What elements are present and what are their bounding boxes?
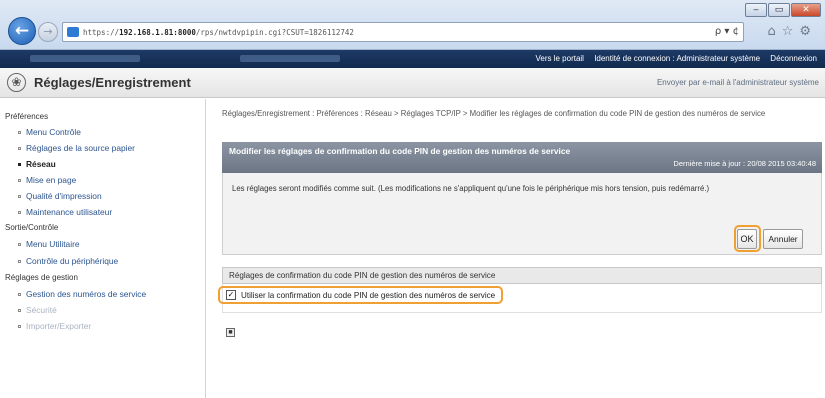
bullet-icon — [18, 211, 21, 215]
last-update: Dernière mise à jour : 20/08 2015 03:40:… — [673, 159, 816, 168]
login-identity: Identité de connexion : Administrateur s… — [594, 54, 761, 63]
cancel-button[interactable]: Annuler — [763, 229, 803, 249]
sidebar-item-qualite-impression[interactable]: Qualité d'impression — [18, 191, 102, 201]
sidebar-item-gestion-numeros[interactable]: Gestion des numéros de service — [18, 289, 146, 299]
sidebar-item-controle-peripherique[interactable]: Contrôle du périphérique — [18, 256, 118, 266]
pin-confirmation-label: Utiliser la confirmation du code PIN de … — [241, 290, 496, 300]
sidebar-section-preferences: Préférences — [5, 112, 49, 121]
printer-name-blurred — [30, 55, 140, 62]
confirmation-message: Les réglages seront modifiés comme suit.… — [232, 184, 710, 193]
breadcrumb: Réglages/Enregistrement : Préférences : … — [222, 109, 766, 118]
sidebar: Préférences Menu Contrôle Réglages de la… — [0, 99, 206, 398]
sidebar-item-maintenance[interactable]: Maintenance utilisateur — [18, 207, 112, 217]
confirmation-panel: Les réglages seront modifiés comme suit.… — [222, 173, 822, 255]
email-admin-link[interactable]: Envoyer par e-mail à l'administrateur sy… — [657, 78, 819, 87]
bullet-icon — [18, 131, 21, 135]
close-button[interactable]: ✕ — [791, 3, 821, 17]
sidebar-item-reseau[interactable]: Réseau — [18, 159, 56, 169]
sidebar-item-securite[interactable]: Sécurité — [18, 305, 57, 315]
logout-link[interactable]: Déconnexion — [770, 54, 817, 63]
ok-button[interactable]: OK — [737, 229, 757, 249]
url-text: https://192.168.1.81:8000/rps/nwtdvpipin… — [83, 27, 354, 37]
bullet-icon — [18, 195, 21, 199]
address-bar[interactable]: https://192.168.1.81:8000/rps/nwtdvpipin… — [62, 22, 744, 42]
bullet-icon — [18, 293, 21, 297]
favicon-icon — [67, 27, 79, 37]
window-controls: ‒ ▭ ✕ — [744, 3, 821, 17]
bullet-icon — [18, 325, 21, 329]
sidebar-section-gestion: Réglages de gestion — [5, 273, 78, 282]
main-content: Réglages/Enregistrement : Préférences : … — [207, 99, 825, 398]
sidebar-item-menu-controle[interactable]: Menu Contrôle — [18, 127, 81, 137]
bullet-icon — [18, 309, 21, 313]
bullet-icon — [18, 260, 21, 264]
portal-link[interactable]: Vers le portail — [535, 54, 583, 63]
bullet-icon — [18, 243, 21, 247]
pin-confirmation-option[interactable]: ✓ Utiliser la confirmation du code PIN d… — [218, 286, 504, 304]
browser-chrome: ‒ ▭ ✕ ← → https://192.168.1.81:8000/rps/… — [0, 0, 825, 50]
bullet-icon — [18, 147, 21, 151]
section-title: Réglages de confirmation du code PIN de … — [229, 271, 496, 280]
back-arrow-icon[interactable]: ← — [8, 17, 36, 45]
sidebar-item-mise-en-page[interactable]: Mise en page — [18, 175, 76, 185]
sidebar-item-menu-utilitaire[interactable]: Menu Utilitaire — [18, 239, 80, 249]
bullet-icon — [18, 163, 21, 167]
settings-icon: ❀ — [7, 73, 26, 92]
top-navigation-bar: Vers le portail Identité de connexion : … — [0, 50, 825, 68]
sidebar-section-sortie: Sortie/Contrôle — [5, 223, 59, 232]
bullet-icon — [18, 179, 21, 183]
forward-arrow-icon[interactable]: → — [38, 22, 58, 42]
sidebar-item-importer-exporter[interactable]: Importer/Exporter — [18, 321, 91, 331]
address-tools[interactable]: ρ ▾ ¢ — [715, 26, 739, 37]
pin-confirmation-checkbox[interactable]: ✓ — [226, 290, 236, 300]
location-blurred — [240, 55, 340, 62]
expand-icon[interactable]: ■ — [226, 328, 235, 337]
page-header: ❀ Réglages/Enregistrement Envoyer par e-… — [0, 68, 825, 98]
section-header: Réglages de confirmation du code PIN de … — [222, 267, 822, 284]
browser-toolbar-icons[interactable]: ⌂☆⚙ — [767, 24, 817, 39]
sidebar-item-source-papier[interactable]: Réglages de la source papier — [18, 143, 135, 153]
panel-title: Modifier les réglages de confirmation du… — [229, 146, 571, 156]
minimize-button[interactable]: ‒ — [745, 3, 767, 17]
maximize-button[interactable]: ▭ — [768, 3, 790, 17]
page-title: Réglages/Enregistrement — [34, 75, 191, 90]
panel-header: Modifier les réglages de confirmation du… — [222, 142, 822, 173]
